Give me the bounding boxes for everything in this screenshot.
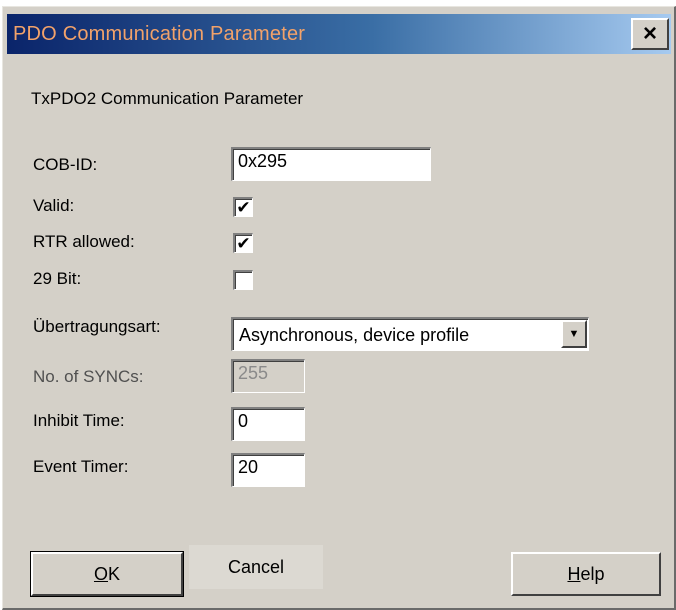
valid-label: Valid: bbox=[33, 196, 75, 215]
inhibit-time-input[interactable]: 0 bbox=[231, 407, 305, 441]
event-timer-input[interactable]: 20 bbox=[231, 453, 305, 487]
29-bit-checkbox[interactable] bbox=[233, 270, 253, 290]
transmission-type-label: Übertragungsart: bbox=[33, 317, 161, 336]
transmission-type-value: Asynchronous, device profile bbox=[239, 325, 470, 345]
cob-id-label: COB-ID: bbox=[33, 155, 98, 174]
rtr-allowed-label: RTR allowed: bbox=[33, 232, 135, 251]
title-bar[interactable]: PDO Communication Parameter × bbox=[7, 14, 671, 54]
chevron-down-icon[interactable]: ▼ bbox=[561, 320, 587, 348]
ok-button[interactable]: OK bbox=[30, 551, 184, 597]
rtr-allowed-checkbox[interactable]: ✔ bbox=[233, 233, 253, 253]
checkmark-icon: ✔ bbox=[236, 198, 251, 217]
cob-id-input[interactable]: 0x295 bbox=[231, 147, 431, 181]
ok-button-label: OK bbox=[93, 563, 121, 584]
pdo-dialog: PDO Communication Parameter × TxPDO2 Com… bbox=[2, 6, 676, 610]
section-subtitle: TxPDO2 Communication Parameter bbox=[31, 89, 304, 108]
cancel-button-label: Cancel bbox=[227, 556, 285, 577]
help-button-label: Help bbox=[567, 563, 605, 584]
close-icon: × bbox=[642, 20, 657, 47]
no-of-syncs-label: No. of SYNCs: bbox=[33, 367, 144, 386]
help-button[interactable]: Help bbox=[511, 552, 661, 596]
inhibit-time-label: Inhibit Time: bbox=[33, 411, 125, 430]
checkmark-icon: ✔ bbox=[236, 234, 251, 253]
transmission-type-select[interactable]: Asynchronous, device profile ▼ bbox=[231, 317, 589, 351]
29-bit-label: 29 Bit: bbox=[33, 269, 82, 288]
event-timer-label: Event Timer: bbox=[33, 457, 129, 476]
close-button[interactable]: × bbox=[631, 18, 669, 50]
no-of-syncs-input: 255 bbox=[231, 359, 305, 393]
window-title: PDO Communication Parameter bbox=[13, 23, 306, 45]
cancel-button[interactable]: Cancel bbox=[189, 545, 323, 589]
valid-checkbox[interactable]: ✔ bbox=[233, 197, 253, 217]
